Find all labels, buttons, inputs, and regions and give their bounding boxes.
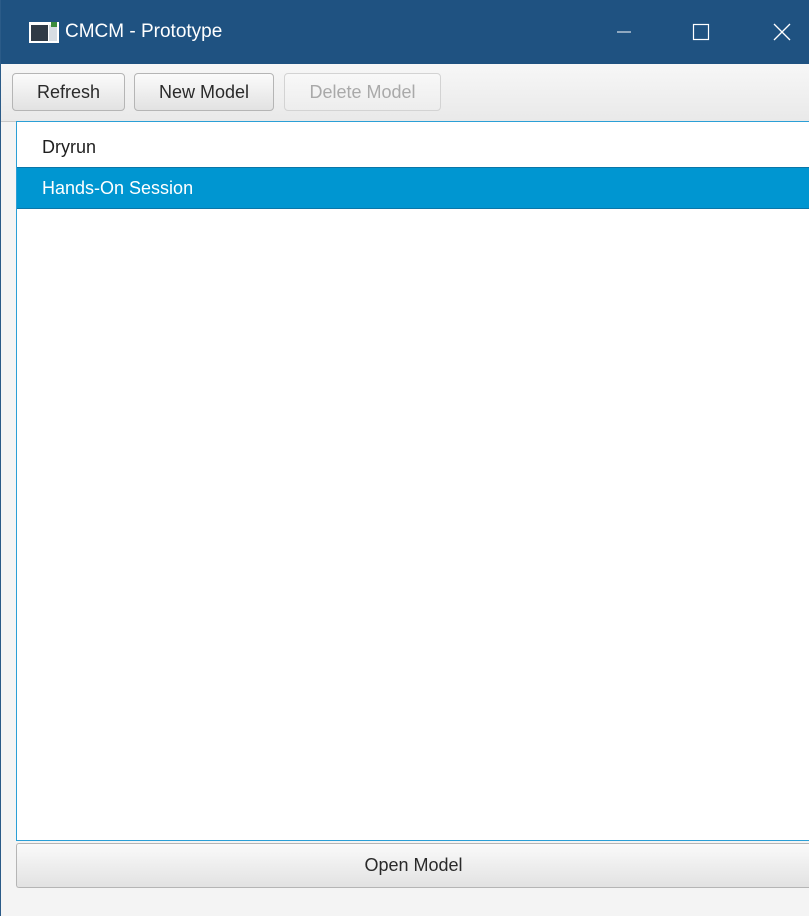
model-list[interactable]: Dryrun Hands-On Session [16,121,809,841]
close-icon [773,23,791,41]
delete-model-button[interactable]: Delete Model [284,73,441,111]
list-item-selected[interactable]: Hands-On Session [17,167,809,209]
refresh-button[interactable]: Refresh [12,73,125,111]
list-item[interactable]: Dryrun [17,126,809,168]
app-window-icon [29,22,59,43]
minimize-icon [617,31,631,33]
minimize-button[interactable] [599,0,649,64]
app-window: CMCM - Prototype Refresh New Model Delet… [0,0,809,916]
toolbar: Refresh New Model Delete Model [1,64,809,122]
open-model-button[interactable]: Open Model [16,843,809,888]
title-bar[interactable]: CMCM - Prototype [1,0,809,64]
close-button[interactable] [757,0,807,64]
window-title: CMCM - Prototype [65,21,223,42]
maximize-button[interactable] [676,0,726,64]
maximize-icon [692,23,710,41]
new-model-button[interactable]: New Model [134,73,274,111]
